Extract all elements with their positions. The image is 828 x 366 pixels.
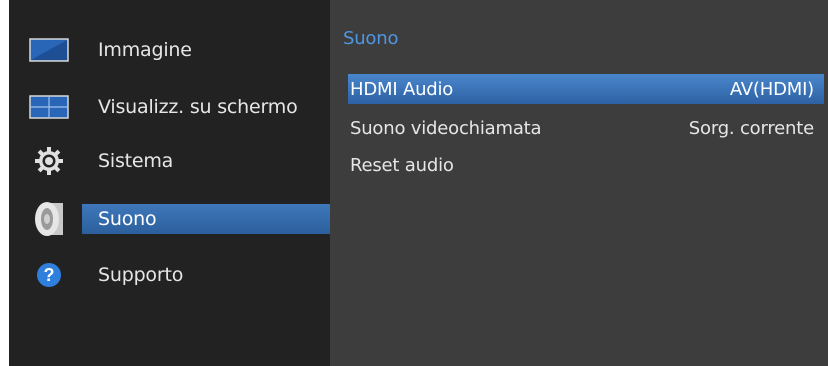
svg-text:?: ? (44, 265, 55, 285)
speaker-icon (29, 199, 69, 239)
tv-menu-screen: Immagine Visualizz. su schermo Sistema S… (9, 0, 828, 366)
setting-value: Sorg. corrente (688, 117, 814, 139)
setting-label: Reset audio (350, 154, 454, 176)
menu-item-label: Supporto (98, 264, 184, 286)
panel-title: Suono (343, 28, 399, 49)
setting-label: Suono videochiamata (350, 117, 542, 139)
main-menu: Immagine Visualizz. su schermo Sistema S… (9, 0, 330, 366)
setting-row-suono-videochiamata[interactable]: Suono videochiamata Sorg. corrente (348, 113, 824, 143)
help-icon: ? (29, 255, 69, 295)
submenu-panel: Suono HDMI Audio AV(HDMI) Suono videochi… (330, 0, 828, 366)
menu-item-label: Suono (98, 208, 157, 230)
menu-item-visualizz[interactable]: Visualizz. su schermo (9, 83, 330, 131)
menu-item-supporto[interactable]: ? Supporto (9, 251, 330, 299)
menu-item-suono[interactable]: Suono (9, 195, 330, 243)
setting-value: AV(HDMI) (729, 78, 814, 100)
menu-item-immagine[interactable]: Immagine (9, 26, 330, 74)
gear-icon (29, 141, 69, 181)
setting-row-reset-audio[interactable]: Reset audio (348, 150, 824, 180)
menu-item-label: Immagine (98, 39, 192, 61)
setting-label: HDMI Audio (350, 78, 454, 100)
menu-item-label: Visualizz. su schermo (98, 96, 298, 118)
setting-row-hdmi-audio[interactable]: HDMI Audio AV(HDMI) (348, 74, 824, 104)
screen-display-icon (29, 87, 69, 127)
picture-icon (29, 30, 69, 70)
menu-item-label: Sistema (98, 150, 174, 172)
menu-item-sistema[interactable]: Sistema (9, 137, 330, 185)
